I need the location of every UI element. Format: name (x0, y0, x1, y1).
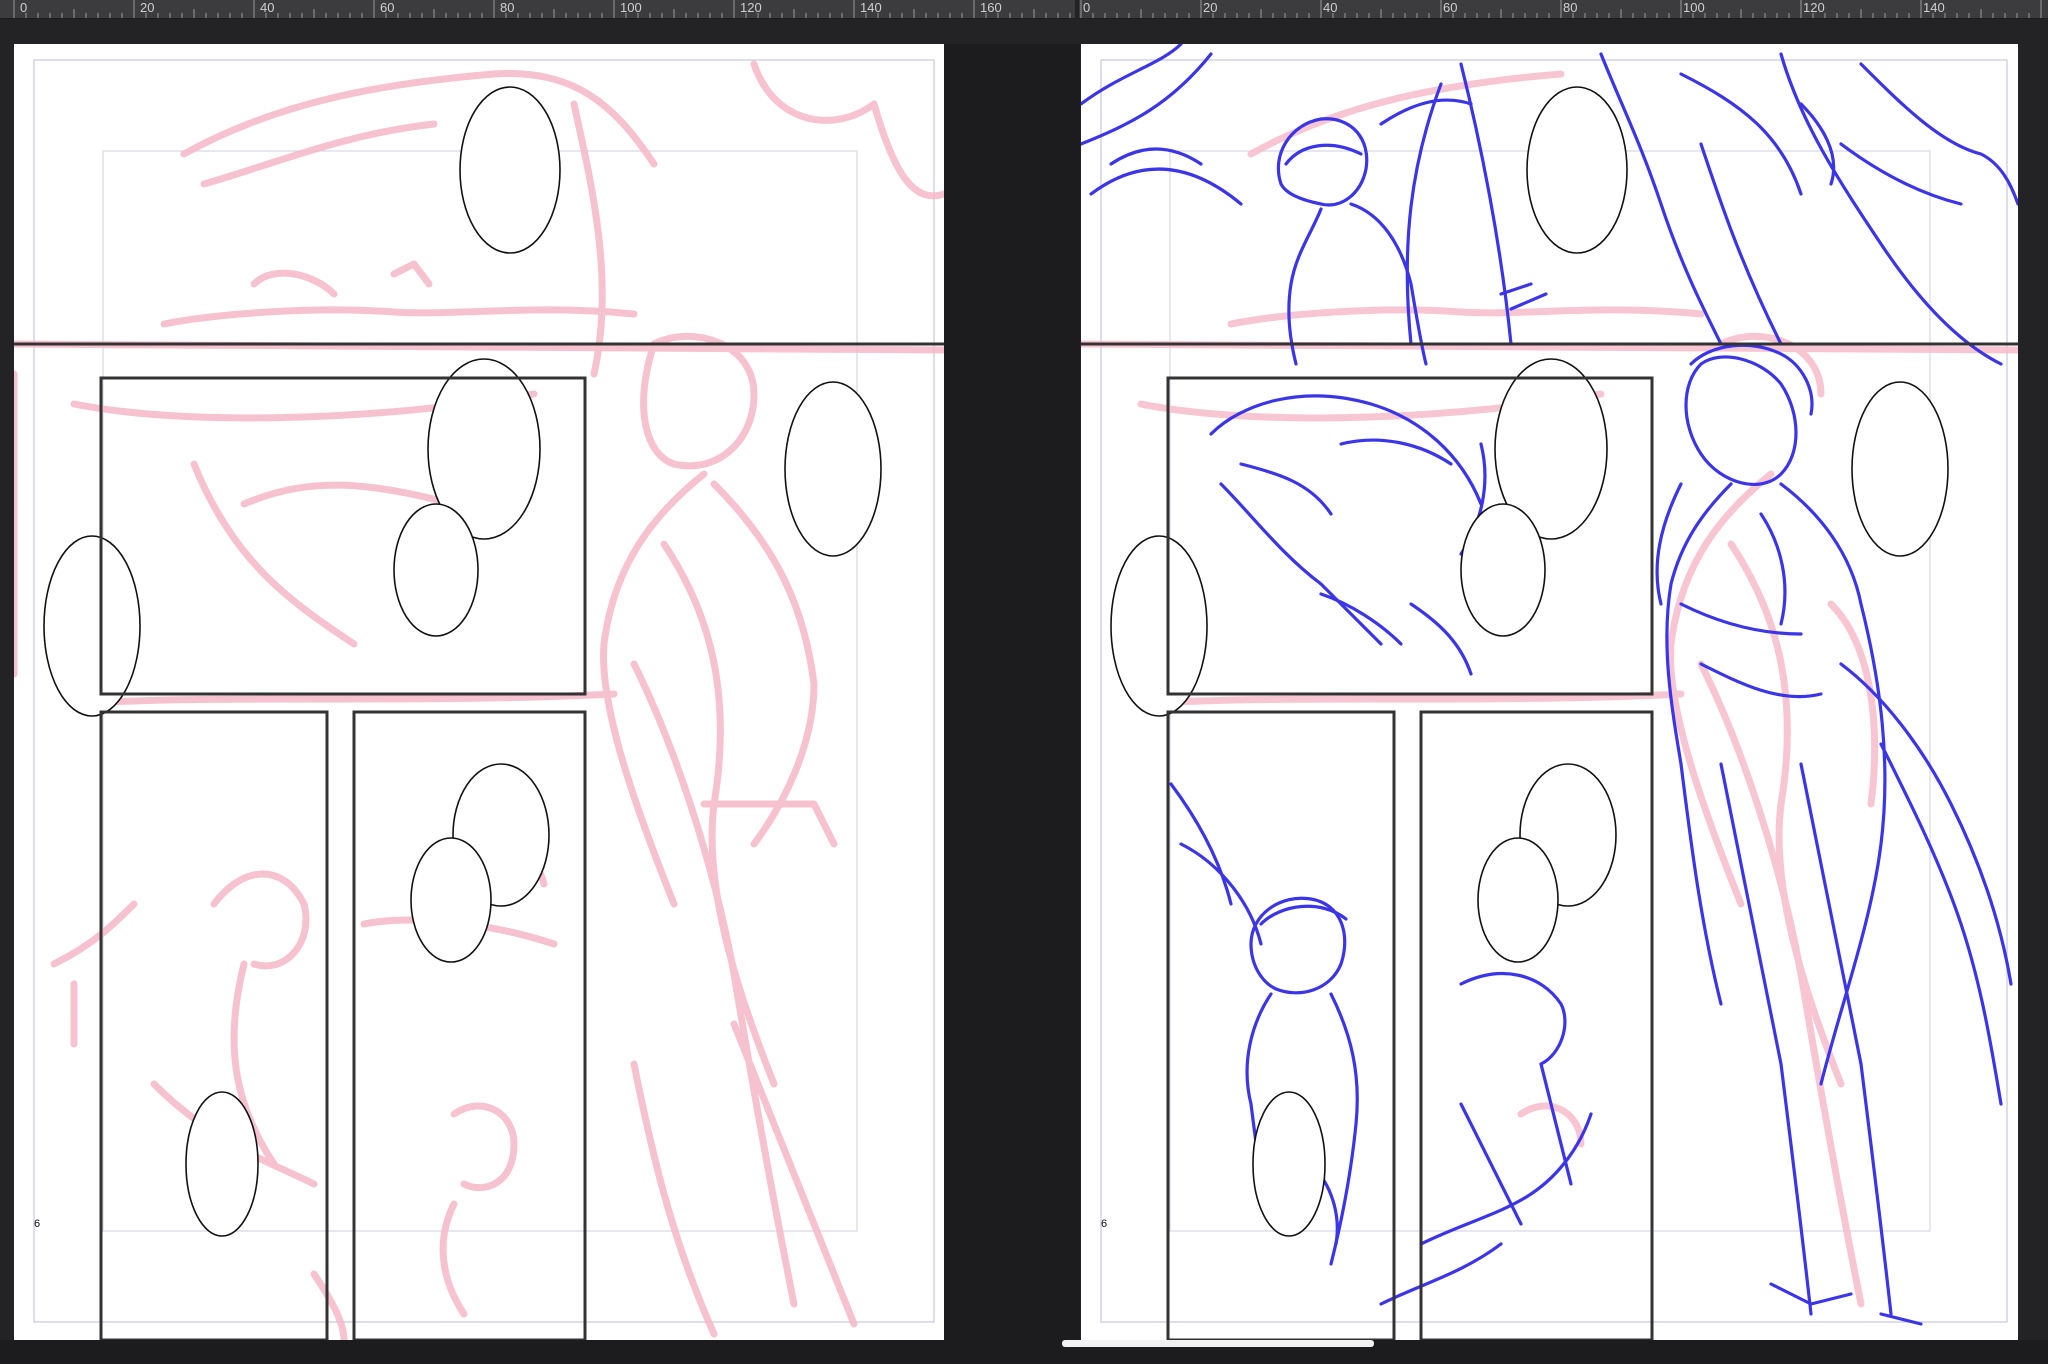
ruler-label: 120 (1803, 0, 1825, 15)
ruler-label: 60 (380, 0, 395, 15)
ruler-left: 0 20 40 60 80 100 120 140 160 (0, 0, 1075, 19)
speech-bubble (459, 86, 561, 254)
canvas-divider (944, 44, 1080, 1340)
ruler-label: 100 (620, 0, 642, 15)
ruler-label: 80 (1563, 0, 1578, 15)
ruler-right: 0 20 40 60 80 100 120 140 (1079, 0, 2048, 19)
horizontal-scrollbar[interactable] (1062, 1340, 1374, 1347)
canvas-page-left[interactable]: 6 (14, 44, 944, 1340)
ruler-left-ticks (13, 0, 1071, 18)
lineart-layer (1081, 44, 2018, 1340)
ruler-label: 160 (980, 0, 1002, 15)
ruler-label: 140 (860, 0, 882, 15)
ruler-label: 40 (260, 0, 275, 15)
ruler-label: 40 (1323, 0, 1338, 15)
page-number: 6 (34, 1218, 41, 1230)
page-number: 6 (1101, 1218, 1108, 1230)
ruler-label: 0 (1083, 0, 1091, 15)
workspace-bottom (0, 1340, 2048, 1364)
ruler-label: 100 (1683, 0, 1705, 15)
ruler-label: 140 (1923, 0, 1945, 15)
ruler-label: 80 (500, 0, 515, 15)
ruler-label: 120 (740, 0, 762, 15)
rough-sketch-layer (14, 59, 944, 1340)
ruler-label: 20 (1203, 0, 1218, 15)
canvas-page-right[interactable]: 6 (1081, 44, 2018, 1340)
ruler-label: 0 (20, 0, 28, 15)
ruler-label: 20 (140, 0, 155, 15)
ruler-label: 60 (1443, 0, 1458, 15)
